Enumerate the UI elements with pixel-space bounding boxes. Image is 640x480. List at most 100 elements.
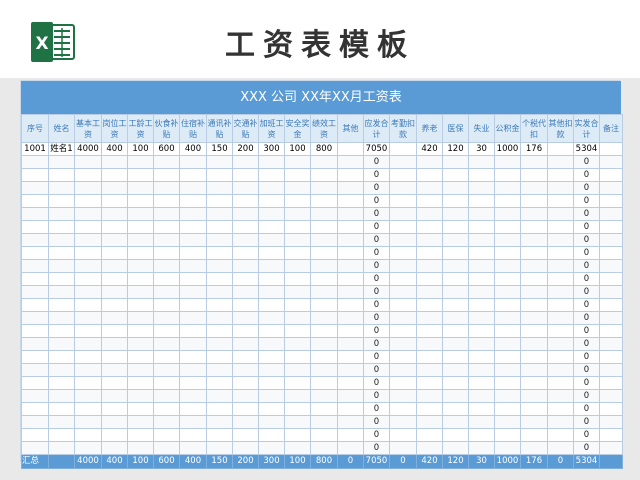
table-cell[interactable] [337, 402, 364, 416]
table-cell[interactable] [494, 207, 521, 221]
table-cell[interactable] [468, 324, 495, 338]
column-header[interactable]: 公积金 [494, 114, 521, 143]
table-cell[interactable] [547, 207, 574, 221]
table-cell[interactable] [179, 220, 207, 234]
table-cell[interactable] [74, 285, 102, 299]
table-cell[interactable] [153, 207, 180, 221]
table-cell[interactable] [494, 376, 521, 390]
table-cell[interactable] [442, 415, 469, 429]
table-cell[interactable] [258, 350, 285, 364]
table-cell[interactable] [101, 181, 128, 195]
table-cell[interactable] [520, 441, 548, 455]
table-cell[interactable] [599, 246, 623, 260]
table-cell[interactable] [101, 246, 128, 260]
table-cell[interactable] [21, 402, 49, 416]
table-cell[interactable] [520, 181, 548, 195]
table-cell[interactable] [284, 155, 311, 169]
table-cell[interactable] [48, 155, 75, 169]
table-cell[interactable] [442, 194, 469, 208]
table-cell[interactable] [179, 415, 207, 429]
table-cell[interactable] [520, 389, 548, 403]
table-cell[interactable] [206, 194, 233, 208]
table-cell[interactable]: 0 [573, 155, 600, 169]
table-cell[interactable]: 0 [363, 324, 390, 338]
table-cell[interactable] [520, 298, 548, 312]
table-cell[interactable]: 0 [363, 402, 390, 416]
table-cell[interactable] [127, 298, 154, 312]
table-cell[interactable] [127, 233, 154, 247]
table-cell[interactable] [416, 389, 443, 403]
table-cell[interactable] [494, 363, 521, 377]
table-cell[interactable] [74, 246, 102, 260]
table-cell[interactable] [232, 376, 259, 390]
column-header[interactable]: 个税代扣 [520, 114, 548, 143]
table-cell[interactable] [284, 428, 311, 442]
table-cell[interactable] [547, 246, 574, 260]
table-cell[interactable] [468, 298, 495, 312]
table-cell[interactable] [127, 220, 154, 234]
column-header[interactable]: 绩效工资 [310, 114, 338, 143]
table-cell[interactable] [48, 350, 75, 364]
table-cell[interactable]: 120 [442, 142, 469, 156]
table-cell[interactable] [127, 155, 154, 169]
table-cell[interactable] [258, 285, 285, 299]
table-cell[interactable] [179, 155, 207, 169]
table-cell[interactable] [48, 207, 75, 221]
table-cell[interactable] [284, 376, 311, 390]
table-cell[interactable] [468, 428, 495, 442]
table-cell[interactable] [21, 168, 49, 182]
table-cell[interactable] [310, 246, 338, 260]
total-cell[interactable]: 420 [416, 454, 443, 469]
table-cell[interactable] [258, 376, 285, 390]
table-cell[interactable] [468, 220, 495, 234]
table-cell[interactable]: 0 [363, 246, 390, 260]
table-cell[interactable]: 0 [573, 389, 600, 403]
table-cell[interactable] [74, 376, 102, 390]
table-cell[interactable] [520, 415, 548, 429]
table-cell[interactable] [153, 324, 180, 338]
table-cell[interactable] [74, 194, 102, 208]
table-cell[interactable] [284, 311, 311, 325]
table-cell[interactable] [206, 246, 233, 260]
table-cell[interactable] [599, 441, 623, 455]
table-cell[interactable] [547, 285, 574, 299]
table-cell[interactable] [284, 415, 311, 429]
table-cell[interactable] [520, 220, 548, 234]
table-cell[interactable] [389, 441, 417, 455]
table-cell[interactable]: 0 [573, 441, 600, 455]
table-cell[interactable] [389, 220, 417, 234]
table-cell[interactable] [232, 389, 259, 403]
table-cell[interactable] [599, 155, 623, 169]
column-header[interactable]: 备注 [599, 114, 623, 143]
table-cell[interactable] [258, 181, 285, 195]
table-cell[interactable]: 1001 [21, 142, 49, 156]
table-cell[interactable] [74, 389, 102, 403]
table-cell[interactable] [153, 402, 180, 416]
table-cell[interactable] [153, 168, 180, 182]
table-cell[interactable] [416, 259, 443, 273]
table-cell[interactable] [74, 337, 102, 351]
table-cell[interactable] [310, 207, 338, 221]
table-cell[interactable] [337, 233, 364, 247]
table-cell[interactable] [468, 259, 495, 273]
table-cell[interactable] [442, 168, 469, 182]
table-cell[interactable] [284, 220, 311, 234]
table-cell[interactable] [284, 441, 311, 455]
table-cell[interactable] [232, 194, 259, 208]
table-cell[interactable] [310, 298, 338, 312]
column-header[interactable]: 姓名 [48, 114, 75, 143]
table-cell[interactable] [416, 155, 443, 169]
table-cell[interactable] [101, 402, 128, 416]
table-cell[interactable] [337, 441, 364, 455]
table-cell[interactable] [468, 272, 495, 286]
table-cell[interactable] [179, 337, 207, 351]
table-cell[interactable] [520, 285, 548, 299]
table-cell[interactable] [101, 415, 128, 429]
table-cell[interactable]: 0 [363, 363, 390, 377]
table-cell[interactable] [21, 428, 49, 442]
table-cell[interactable] [127, 324, 154, 338]
table-cell[interactable] [468, 363, 495, 377]
table-cell[interactable]: 0 [363, 194, 390, 208]
table-cell[interactable]: 0 [573, 337, 600, 351]
table-cell[interactable] [206, 428, 233, 442]
